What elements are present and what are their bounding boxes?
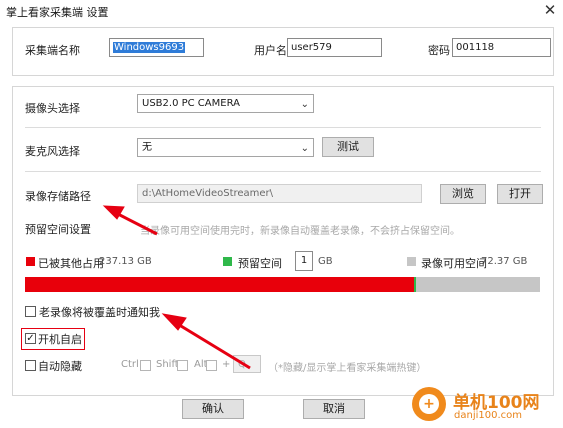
arrow-storage-shaft	[115, 211, 158, 236]
watermark-url: danji100.com	[454, 410, 522, 421]
watermark-logo-icon: +	[412, 387, 446, 421]
annotation-arrows	[102, 205, 251, 370]
arrow-notify-shaft	[175, 321, 251, 370]
